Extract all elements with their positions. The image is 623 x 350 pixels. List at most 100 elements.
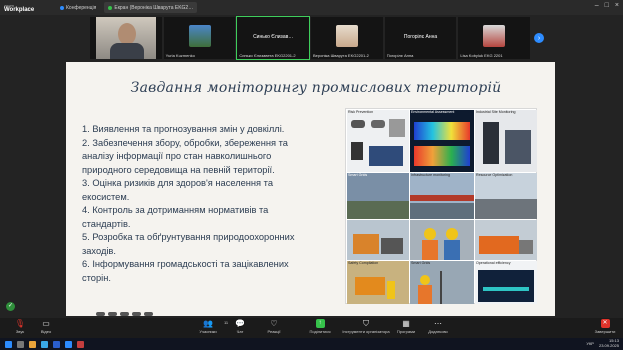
audio-label: Звук bbox=[15, 329, 25, 334]
slide-dot[interactable] bbox=[96, 312, 105, 316]
participant-name: Погорілє Анна bbox=[386, 53, 414, 58]
collage-label: Safety Compilation bbox=[348, 261, 379, 265]
apps-icon: ▦ bbox=[402, 319, 410, 328]
collage-label: Environmental Assessment bbox=[411, 110, 455, 114]
collage-cell: Infrastructure monitoring bbox=[410, 173, 474, 219]
end-icon: ✕ bbox=[600, 319, 610, 328]
slide-dot[interactable] bbox=[144, 312, 153, 316]
participant-tile[interactable] bbox=[90, 17, 162, 59]
pdf-icon[interactable] bbox=[77, 340, 84, 348]
close-icon[interactable]: × bbox=[615, 2, 619, 9]
participants-label: Учасники bbox=[199, 329, 217, 334]
chat-icon: 💬 bbox=[235, 319, 245, 328]
collage-cell: Risk Prevention bbox=[347, 110, 409, 172]
clock[interactable]: 15:13 23.09.2025 bbox=[598, 338, 619, 348]
share-button[interactable]: ↑ Поділитися bbox=[300, 319, 340, 334]
security-shield-icon[interactable]: ✓ bbox=[6, 302, 15, 311]
participant-name: Yuria Kuzmenko bbox=[165, 53, 195, 58]
clock-date: 23.09.2025 bbox=[598, 342, 619, 348]
participant-tile[interactable]: Lisa Kobyluk EKG 2201 bbox=[458, 17, 531, 59]
language-indicator[interactable]: УКР bbox=[586, 341, 594, 346]
shared-slide: Завдання моніторингу промислових територ… bbox=[66, 62, 555, 316]
folder-icon[interactable] bbox=[29, 340, 36, 348]
slide-dot[interactable] bbox=[120, 312, 129, 316]
participants-icon: 👥 bbox=[203, 319, 213, 328]
tab-screen-share-label: Екран (Вероніка Шварута EKG2… bbox=[114, 4, 194, 11]
task-item: 1. Виявлення та прогнозування змін у дов… bbox=[82, 124, 285, 134]
participant-name: Вероніка Шварута EKG2201-2 bbox=[313, 53, 369, 58]
slide-dot[interactable] bbox=[108, 312, 117, 316]
participant-name: Lisa Kobyluk EKG 2201 bbox=[460, 53, 503, 58]
participant-avatar bbox=[336, 25, 359, 47]
slide-navigation bbox=[96, 312, 153, 316]
mic-icon: 🎙 bbox=[14, 319, 26, 328]
minimize-icon[interactable]: – bbox=[595, 2, 599, 9]
reactions-button[interactable]: ♡ Реакції bbox=[254, 319, 294, 334]
chat-label: Чат bbox=[236, 329, 244, 334]
participant-name-large: Погорілє Анна bbox=[403, 34, 438, 40]
tab-meeting-label: Конференція bbox=[66, 4, 97, 11]
video-icon: ▭ bbox=[42, 319, 50, 328]
next-page-icon[interactable]: › bbox=[534, 33, 544, 43]
window-controls: – □ × bbox=[595, 2, 619, 9]
collage-label: Smart Grids bbox=[411, 261, 431, 265]
task-list: 1. Виявлення та прогнозування змін у дов… bbox=[82, 123, 312, 285]
system-tray: УКР 15:13 23.09.2025 bbox=[586, 338, 619, 348]
collage-cell bbox=[410, 220, 474, 260]
monitoring-collage: Risk Prevention Environmental Assessment… bbox=[345, 108, 537, 304]
collage-cell: Safety Compilation bbox=[347, 261, 409, 304]
participant-tile[interactable]: Вероніка Шварута EKG2201-2 bbox=[311, 17, 383, 59]
collage-label: Smart Grids bbox=[348, 173, 368, 177]
reactions-icon: ♡ bbox=[270, 319, 278, 328]
collage-label: Infrastructure monitoring bbox=[411, 173, 450, 177]
task-item: 3. Оцінка ризиків для здоров'я населення… bbox=[82, 178, 274, 202]
collage-cell: Environmental Assessment bbox=[410, 110, 474, 172]
slide-title: Завдання моніторингу промислових територ… bbox=[130, 80, 502, 96]
screen-share-icon bbox=[108, 5, 113, 10]
title-bar: zoom Workplace Конференція Екран (Вероні… bbox=[0, 0, 623, 15]
participant-avatar bbox=[188, 25, 211, 47]
collage-cell: Operational efficiency bbox=[475, 261, 537, 304]
reactions-label: Реакції bbox=[267, 329, 281, 334]
video-label: Відео bbox=[40, 329, 52, 334]
tab-screen-share[interactable]: Екран (Вероніка Шварута EKG2… bbox=[104, 2, 198, 13]
task-item: 2. Забезпечення збору, обробки, збережен… bbox=[82, 137, 288, 175]
host-tools-button[interactable]: ⛉ Інструменти організатора bbox=[342, 319, 389, 334]
collage-cell: Industrial Site Monitoring bbox=[475, 110, 537, 172]
meeting-toolbar: 🎙 Звук ▭ Відео 👥 Учасники 11 💬 Чат ♡ Реа… bbox=[0, 318, 623, 338]
share-icon: ↑ bbox=[315, 319, 325, 328]
share-label: Поділитися bbox=[309, 329, 331, 334]
tab-meeting[interactable]: Конференція bbox=[56, 2, 100, 13]
collage-cell bbox=[475, 220, 537, 260]
participant-name: Синько Єлизавета EKG2201-2 bbox=[239, 53, 296, 58]
more-button[interactable]: ⋯ Додатково bbox=[418, 319, 458, 334]
video-button[interactable]: ▭ Відео bbox=[26, 319, 66, 334]
task-item: 4. Контроль за дотриманням нормативів та… bbox=[82, 205, 269, 229]
more-icon: ⋯ bbox=[434, 319, 442, 328]
end-label: Завершити bbox=[594, 329, 616, 334]
os-taskbar: УКР 15:13 23.09.2025 bbox=[0, 338, 623, 350]
search-icon[interactable] bbox=[17, 340, 24, 348]
collage-label: Risk Prevention bbox=[348, 110, 374, 114]
participant-tile[interactable]: Yuria Kuzmenko bbox=[163, 17, 236, 59]
start-icon[interactable] bbox=[5, 340, 12, 348]
collage-label: Operational efficiency bbox=[476, 261, 511, 265]
browser-icon[interactable] bbox=[41, 340, 48, 348]
host-tools-icon: ⛉ bbox=[363, 319, 369, 328]
more-label: Додатково bbox=[428, 329, 448, 334]
collage-cell: Smart Grids bbox=[347, 173, 409, 219]
word-icon[interactable] bbox=[53, 340, 60, 348]
task-item: 5. Розробка та обґрунтування природоохор… bbox=[82, 232, 295, 256]
zoom-icon[interactable] bbox=[65, 340, 72, 348]
zoom-window: zoom Workplace Конференція Екран (Вероні… bbox=[0, 0, 623, 350]
slide-dot[interactable] bbox=[132, 312, 141, 316]
collage-cell bbox=[347, 220, 409, 260]
meeting-icon bbox=[60, 5, 64, 10]
apps-label: Програми bbox=[396, 329, 416, 334]
participant-video bbox=[96, 17, 156, 59]
end-button[interactable]: ✕ Завершити bbox=[585, 319, 623, 334]
maximize-icon[interactable]: □ bbox=[605, 2, 609, 9]
collage-cell: Smart Grids bbox=[410, 261, 474, 304]
participant-tile-active[interactable]: Синько Єлизав… Синько Єлизавета EKG2201-… bbox=[236, 16, 311, 60]
participant-tile[interactable]: Погорілє Анна Погорілє Анна bbox=[384, 17, 457, 59]
